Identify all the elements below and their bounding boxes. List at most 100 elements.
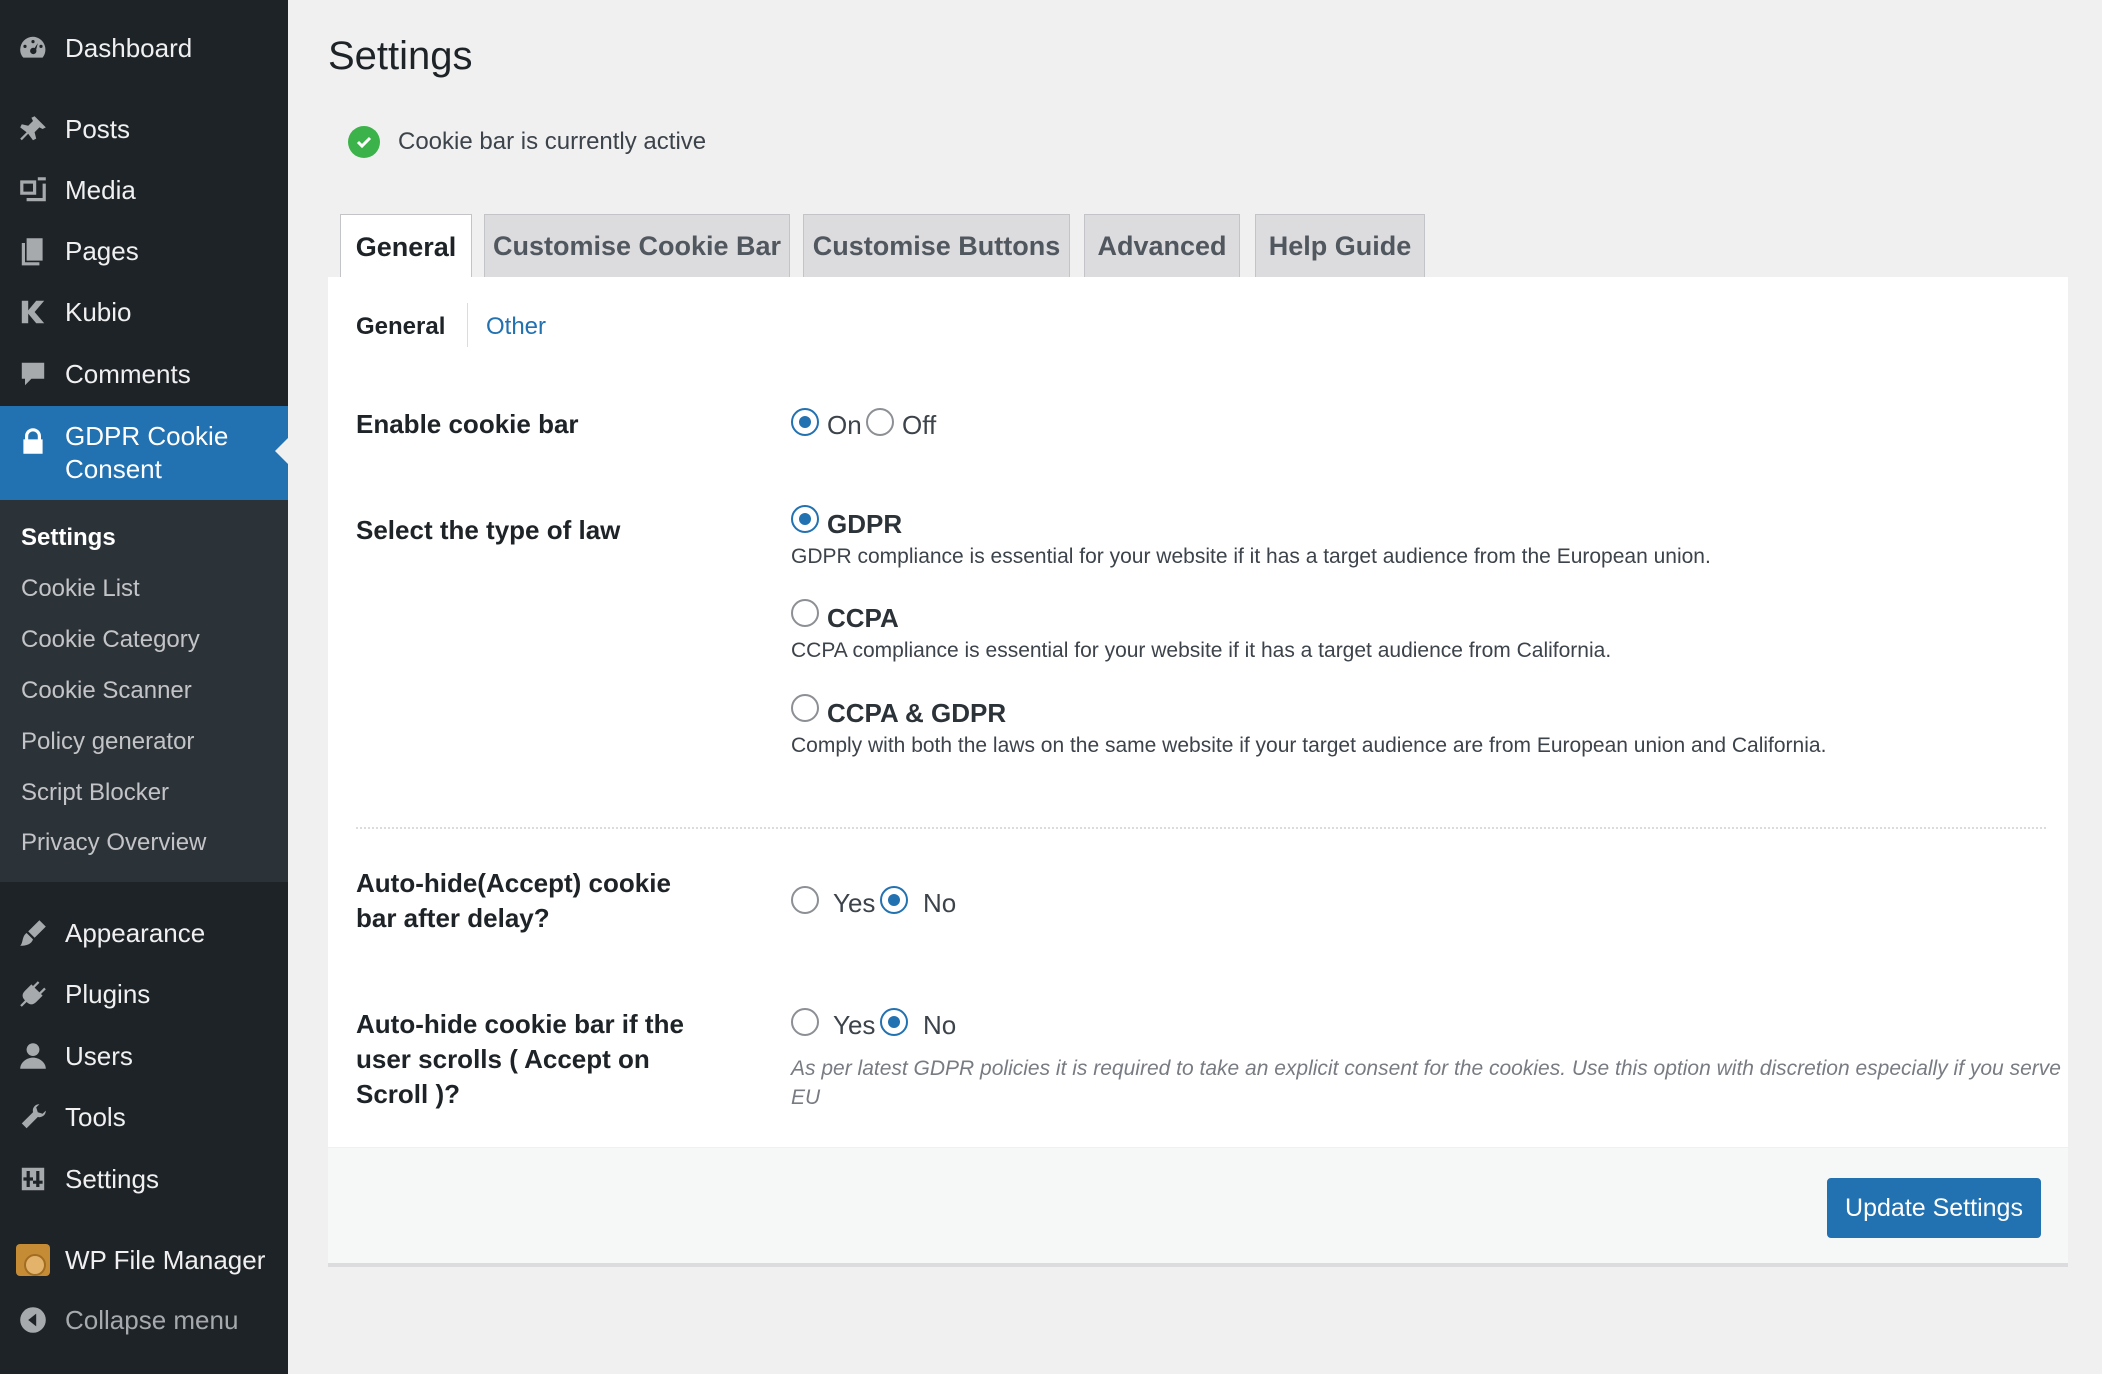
law-ccpa-desc: CCPA compliance is essential for your we… <box>791 639 1612 662</box>
menu-label: Kubio <box>65 296 132 327</box>
menu-item-comments[interactable]: Comments <box>0 346 288 402</box>
law-ccpa-radio[interactable] <box>791 599 819 627</box>
collapse-icon <box>16 1303 50 1337</box>
law-ccpa-gdpr-radio[interactable] <box>791 694 819 722</box>
menu-label: WP File Manager <box>65 1244 266 1275</box>
collapse-menu-button[interactable]: Collapse menu <box>0 1292 288 1348</box>
auto-hide-delay-no-radio[interactable] <box>880 886 908 914</box>
auto-hide-delay-no-label: No <box>923 888 957 918</box>
enable-cookie-bar-label: Enable cookie bar <box>356 409 579 439</box>
submenu-cookie-list[interactable]: Cookie List <box>21 575 140 603</box>
menu-label: GDPR Cookie Consent <box>65 420 228 486</box>
auto-hide-scroll-label: Auto-hide cookie bar if the user scrolls… <box>356 1007 684 1112</box>
menu-label: Pages <box>65 235 139 266</box>
tab-help-guide[interactable]: Help Guide <box>1255 214 1425 278</box>
enable-cookie-bar-on-radio[interactable] <box>791 408 819 436</box>
auto-hide-scroll-label-line1: Auto-hide cookie bar if the <box>356 1009 684 1039</box>
comment-icon <box>16 357 50 391</box>
tab-customise-cookie-bar[interactable]: Customise Cookie Bar <box>484 214 790 278</box>
panel-shadow <box>328 1263 2068 1267</box>
user-icon <box>16 1039 50 1073</box>
gdpr-submenu: Settings Cookie List Cookie Category Coo… <box>0 500 288 882</box>
subtab-general[interactable]: General <box>356 313 445 341</box>
menu-label: Dashboard <box>65 32 193 63</box>
law-type-label: Select the type of law <box>356 515 621 545</box>
panel-footer: Update Settings <box>328 1147 2068 1263</box>
menu-item-dashboard[interactable]: Dashboard <box>0 20 288 76</box>
menu-label: Posts <box>65 113 131 144</box>
auto-hide-delay-label: Auto-hide(Accept) cookie bar after delay… <box>356 866 671 936</box>
pin-icon <box>16 112 50 146</box>
status-text: Cookie bar is currently active <box>398 128 707 155</box>
auto-hide-scroll-note: As per latest GDPR policies it is requir… <box>791 1057 2061 1109</box>
media-icon <box>16 173 50 207</box>
folder-icon <box>16 1243 50 1277</box>
menu-label: Users <box>65 1040 133 1071</box>
menu-item-posts[interactable]: Posts <box>0 101 288 157</box>
kubio-icon <box>16 295 50 329</box>
menu-item-tools[interactable]: Tools <box>0 1089 288 1145</box>
wrench-icon <box>16 1100 50 1134</box>
menu-item-media[interactable]: Media <box>0 162 288 218</box>
law-gdpr-label: GDPR <box>827 509 903 539</box>
submenu-policy-generator[interactable]: Policy generator <box>21 728 194 756</box>
menu-label: Comments <box>65 358 191 389</box>
submenu-cookie-category[interactable]: Cookie Category <box>21 626 200 654</box>
auto-hide-scroll-no-radio[interactable] <box>880 1008 908 1036</box>
menu-item-kubio[interactable]: Kubio <box>0 284 288 340</box>
menu-item-pages[interactable]: Pages <box>0 223 288 279</box>
auto-hide-scroll-label-line3: Scroll )? <box>356 1079 461 1109</box>
status-notice: Cookie bar is currently active <box>348 126 706 158</box>
submenu-script-blocker[interactable]: Script Blocker <box>21 779 169 807</box>
auto-hide-scroll-yes-label: Yes <box>833 1010 876 1040</box>
law-gdpr-radio[interactable] <box>791 505 819 533</box>
sliders-icon <box>16 1162 50 1196</box>
menu-label: Settings <box>65 1163 159 1194</box>
submenu-cookie-scanner[interactable]: Cookie Scanner <box>21 677 192 705</box>
menu-label: Media <box>65 174 136 205</box>
submenu-settings[interactable]: Settings <box>21 524 116 552</box>
auto-hide-delay-label-line2: bar after delay? <box>356 903 550 933</box>
menu-label: Tools <box>65 1101 126 1132</box>
pages-icon <box>16 234 50 268</box>
law-ccpa-label: CCPA <box>827 603 899 633</box>
menu-item-users[interactable]: Users <box>0 1028 288 1084</box>
menu-label-line1: GDPR Cookie <box>65 421 229 451</box>
law-gdpr-desc: GDPR compliance is essential for your we… <box>791 545 1711 568</box>
tab-advanced[interactable]: Advanced <box>1084 214 1240 278</box>
menu-item-plugins[interactable]: Plugins <box>0 966 288 1022</box>
menu-label: Collapse menu <box>65 1304 239 1335</box>
subtab-other[interactable]: Other <box>486 313 546 341</box>
menu-item-gdpr-cookie-consent[interactable]: GDPR Cookie Consent <box>0 406 288 500</box>
admin-sidebar: Dashboard Posts Media Pages Kubio Commen… <box>0 0 288 1374</box>
enable-on-label: On <box>827 410 862 440</box>
tab-general[interactable]: General <box>340 214 472 279</box>
dashboard-icon <box>16 31 50 65</box>
auto-hide-scroll-no-label: No <box>923 1010 957 1040</box>
plug-icon <box>16 977 50 1011</box>
settings-panel: General Other Enable cookie bar On Off S… <box>328 277 2068 1263</box>
auto-hide-delay-yes-radio[interactable] <box>791 886 819 914</box>
menu-item-wp-file-manager[interactable]: WP File Manager <box>0 1232 288 1288</box>
menu-item-settings[interactable]: Settings <box>0 1151 288 1207</box>
brush-icon <box>16 916 50 950</box>
main-content: Settings Cookie bar is currently active … <box>288 0 2102 1374</box>
auto-hide-scroll-yes-radio[interactable] <box>791 1008 819 1036</box>
auto-hide-delay-label-line1: Auto-hide(Accept) cookie <box>356 868 671 898</box>
law-ccpa-gdpr-label: CCPA & GDPR <box>827 698 1007 728</box>
check-circle-icon <box>348 126 380 158</box>
auto-hide-scroll-label-line2: user scrolls ( Accept on <box>356 1044 650 1074</box>
menu-item-appearance[interactable]: Appearance <box>0 905 288 961</box>
menu-label-line2: Consent <box>65 454 162 484</box>
submenu-privacy-overview[interactable]: Privacy Overview <box>21 829 206 857</box>
update-settings-button[interactable]: Update Settings <box>1827 1178 2041 1238</box>
lock-icon <box>16 424 50 458</box>
subtab-divider <box>467 303 468 347</box>
tab-customise-buttons[interactable]: Customise Buttons <box>803 214 1070 278</box>
law-ccpa-gdpr-desc: Comply with both the laws on the same we… <box>791 734 1827 757</box>
enable-off-label: Off <box>902 410 937 440</box>
enable-cookie-bar-off-radio[interactable] <box>866 408 894 436</box>
auto-hide-delay-yes-label: Yes <box>833 888 876 918</box>
menu-label: Appearance <box>65 917 206 948</box>
menu-label: Plugins <box>65 978 151 1009</box>
